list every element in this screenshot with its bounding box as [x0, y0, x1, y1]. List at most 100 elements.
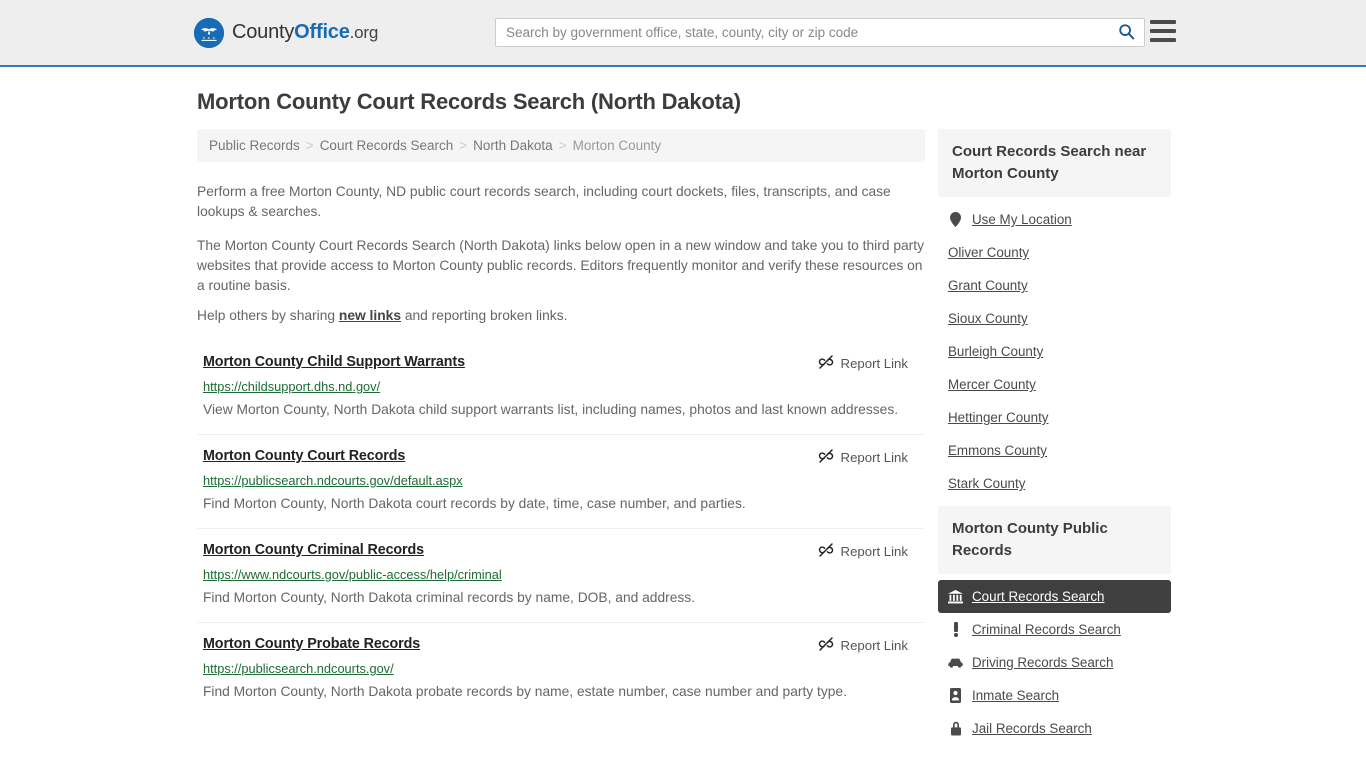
- result-url[interactable]: https://www.ndcourts.gov/public-access/h…: [203, 567, 925, 582]
- result-item: Morton County Child Support Warrants Repo…: [197, 344, 925, 434]
- exclamation-icon: [948, 622, 963, 637]
- public-records-item-inmate-search[interactable]: Inmate Search: [938, 679, 1171, 712]
- broken-link-icon: [818, 636, 834, 655]
- main-column: Public Records > Court Records Search > Nort…: [197, 129, 925, 751]
- nearby-county-label: Mercer County: [948, 377, 1036, 392]
- breadcrumb-item-north-dakota[interactable]: North Dakota: [473, 138, 553, 153]
- public-records-panel: Morton County Public Records Court Recor…: [938, 506, 1171, 745]
- public-records-item-jail-records-search[interactable]: Jail Records Search: [938, 712, 1171, 745]
- result-description: Find Morton County, North Dakota court r…: [203, 496, 746, 511]
- page-title: Morton County Court Records Search (Nort…: [197, 89, 741, 114]
- result-url[interactable]: https://childsupport.dhs.nd.gov/: [203, 379, 925, 394]
- result-title-link[interactable]: Morton County Child Support Warrants: [203, 354, 465, 370]
- result-title-link[interactable]: Morton County Court Records: [203, 448, 405, 464]
- nearby-panel: Court Records Search near Morton County …: [938, 129, 1171, 500]
- nearby-county-label: Oliver County: [948, 245, 1030, 260]
- intro-p3-before: Help others by sharing: [197, 308, 339, 323]
- nearby-county-item[interactable]: Oliver County: [938, 236, 1171, 269]
- page-body: Morton County Court Records Search (Nort…: [0, 89, 1366, 751]
- site-header: CountyOffice.org: [0, 0, 1366, 67]
- result-description: View Morton County, North Dakota child s…: [203, 402, 899, 417]
- logo-text-county: County: [232, 21, 295, 43]
- public-records-list: Court Records Search Criminal Records Sea…: [938, 580, 1171, 745]
- hamburger-bar: [1150, 20, 1176, 24]
- nearby-county-item[interactable]: Grant County: [938, 269, 1171, 302]
- nearby-county-item[interactable]: Stark County: [938, 467, 1171, 500]
- car-icon: [948, 657, 963, 669]
- result-url[interactable]: https://publicsearch.ndcourts.gov/defaul…: [203, 473, 925, 488]
- report-link-label: Report Link: [840, 450, 908, 465]
- nearby-county-item[interactable]: Mercer County: [938, 368, 1171, 401]
- broken-link-icon: [818, 448, 834, 467]
- public-records-item-label: Driving Records Search: [972, 655, 1114, 670]
- breadcrumb-item-court-records-search[interactable]: Court Records Search: [320, 138, 454, 153]
- hamburger-bar: [1150, 29, 1176, 33]
- result-description: Find Morton County, North Dakota crimina…: [203, 590, 696, 605]
- use-my-location-label: Use My Location: [972, 212, 1072, 227]
- breadcrumb-item-public-records[interactable]: Public Records: [209, 138, 300, 153]
- result-title-link[interactable]: Morton County Criminal Records: [203, 542, 424, 558]
- id-card-icon: [948, 688, 963, 703]
- map-pin-icon: [948, 212, 963, 227]
- breadcrumb: Public Records > Court Records Search > Nort…: [197, 129, 925, 162]
- public-records-item-label: Jail Records Search: [972, 721, 1092, 736]
- nearby-county-list: Oliver County Grant County Sioux County Bur…: [938, 236, 1171, 500]
- public-records-item-court-records-search[interactable]: Court Records Search: [938, 580, 1171, 613]
- public-records-item-driving-records-search[interactable]: Driving Records Search: [938, 646, 1171, 679]
- report-link-label: Report Link: [840, 544, 908, 559]
- result-header: Morton County Criminal Records Report Lin…: [203, 542, 925, 561]
- search-input[interactable]: [496, 19, 1114, 46]
- result-header: Morton County Court Records Report Link: [203, 448, 925, 467]
- public-records-item-label: Court Records Search: [972, 589, 1105, 604]
- search-button[interactable]: [1114, 23, 1144, 43]
- result-item: Morton County Criminal Records Report Lin…: [197, 528, 925, 622]
- nearby-county-label: Sioux County: [948, 311, 1028, 326]
- nearby-county-label: Stark County: [948, 476, 1026, 491]
- public-records-heading: Morton County Public Records: [938, 506, 1171, 574]
- result-header: Morton County Child Support Warrants Repo…: [203, 354, 925, 373]
- courthouse-icon: [948, 589, 963, 604]
- search-bar: [495, 18, 1145, 47]
- breadcrumb-item-morton-county: Morton County: [572, 138, 662, 153]
- new-links-link[interactable]: new links: [339, 308, 401, 323]
- result-header: Morton County Probate Records Report Link: [203, 636, 925, 655]
- hamburger-menu-icon[interactable]: [1150, 20, 1176, 42]
- intro-paragraph-3: Help others by sharing new links and rep…: [197, 306, 925, 326]
- site-logo-text: CountyOffice.org: [232, 21, 378, 44]
- result-title-link[interactable]: Morton County Probate Records: [203, 636, 420, 652]
- nearby-county-item[interactable]: Emmons County: [938, 434, 1171, 467]
- hamburger-bar: [1150, 38, 1176, 42]
- breadcrumb-separator: >: [558, 138, 567, 153]
- report-link-button[interactable]: Report Link: [818, 636, 925, 655]
- logo-text-office: Office: [294, 21, 350, 43]
- sidebar: Court Records Search near Morton County …: [938, 129, 1171, 751]
- result-url[interactable]: https://publicsearch.ndcourts.gov/: [203, 661, 925, 676]
- countyoffice-eagle-logo: [194, 17, 224, 48]
- nearby-county-item[interactable]: Hettinger County: [938, 401, 1171, 434]
- nearby-list: Use My Location Oliver County Grant Count…: [938, 203, 1171, 500]
- broken-link-icon: [818, 542, 834, 561]
- site-logo-link[interactable]: CountyOffice.org: [194, 17, 378, 48]
- nearby-county-item[interactable]: Burleigh County: [938, 335, 1171, 368]
- lock-icon: [948, 721, 963, 736]
- public-records-item-label: Criminal Records Search: [972, 622, 1121, 637]
- report-link-label: Report Link: [840, 356, 908, 371]
- results-list: Morton County Child Support Warrants Repo…: [197, 344, 925, 716]
- public-records-item-criminal-records-search[interactable]: Criminal Records Search: [938, 613, 1171, 646]
- nearby-county-item[interactable]: Sioux County: [938, 302, 1171, 335]
- result-description: Find Morton County, North Dakota probate…: [203, 684, 847, 699]
- logo-text-org: .org: [349, 23, 379, 42]
- report-link-label: Report Link: [840, 638, 908, 653]
- breadcrumb-separator: >: [305, 138, 314, 153]
- report-link-button[interactable]: Report Link: [818, 448, 925, 467]
- nearby-panel-heading: Court Records Search near Morton County: [938, 129, 1171, 197]
- broken-link-icon: [818, 354, 834, 373]
- nearby-county-label: Grant County: [948, 278, 1028, 293]
- nearby-county-label: Emmons County: [948, 443, 1047, 458]
- search-icon: [1118, 23, 1135, 43]
- use-my-location-item[interactable]: Use My Location: [938, 203, 1171, 236]
- report-link-button[interactable]: Report Link: [818, 354, 925, 373]
- report-link-button[interactable]: Report Link: [818, 542, 925, 561]
- result-item: Morton County Court Records Report Link ht…: [197, 434, 925, 528]
- intro-paragraph-2: The Morton County Court Records Search (…: [197, 238, 924, 293]
